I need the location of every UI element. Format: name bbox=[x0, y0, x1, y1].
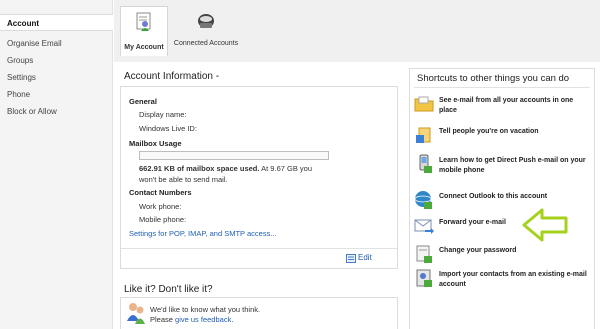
edit-icon bbox=[346, 254, 356, 263]
tab-my-account-label: My Account bbox=[124, 44, 164, 51]
feedback-suffix: . bbox=[231, 315, 234, 324]
work-phone-label: Work phone: bbox=[139, 202, 182, 211]
connected-accounts-icon bbox=[198, 14, 214, 28]
edit-label: Edit bbox=[358, 253, 372, 262]
mobile-phone-label: Mobile phone: bbox=[139, 215, 187, 224]
divider bbox=[121, 248, 397, 249]
mobile-phone-icon bbox=[419, 154, 432, 173]
shortcut-see-all-email[interactable]: See e-mail from all your accounts in one… bbox=[414, 93, 586, 119]
shortcut-connect-outlook-label: Connect Outlook to this account bbox=[439, 193, 548, 200]
shortcuts-panel: Shortcuts to other things you can do See… bbox=[409, 68, 595, 329]
sidebar-item-organise-email[interactable]: Organise Email bbox=[0, 35, 113, 52]
general-heading: General bbox=[129, 97, 157, 106]
account-information-title: Account Information - bbox=[124, 71, 220, 82]
shortcuts-divider bbox=[414, 87, 590, 88]
outlook-icon bbox=[414, 191, 432, 209]
shortcut-change-password[interactable]: Change your password bbox=[414, 243, 586, 269]
mailbox-usage-text: 662.91 KB of mailbox space used. At 9.67… bbox=[139, 163, 329, 185]
display-name-label: Display name: bbox=[139, 110, 187, 119]
shortcut-see-all-email-label: See e-mail from all your accounts in one… bbox=[439, 97, 574, 114]
account-information-panel: General Display name: Windows Live ID: M… bbox=[120, 86, 398, 269]
folder-icon bbox=[414, 96, 434, 112]
sidebar-item-block-or-allow[interactable]: Block or Allow bbox=[0, 103, 113, 120]
shortcut-change-password-label: Change your password bbox=[439, 247, 517, 254]
mailbox-usage-amount: 662.91 KB of mailbox space used. bbox=[139, 164, 260, 173]
feedback-panel: We'd like to know what you think. Please… bbox=[120, 297, 398, 329]
tab-connected-accounts[interactable]: Connected Accounts bbox=[168, 6, 244, 52]
feedback-line-2: Please give us feedback. bbox=[150, 314, 233, 325]
sidebar-item-account[interactable]: Account bbox=[0, 14, 113, 31]
sidebar-item-phone[interactable]: Phone bbox=[0, 86, 113, 103]
shortcut-vacation[interactable]: Tell people you're on vacation bbox=[414, 124, 586, 150]
mailbox-usage-heading: Mailbox Usage bbox=[129, 139, 182, 148]
feedback-title: Like it? Don't like it? bbox=[124, 284, 213, 295]
shortcut-direct-push[interactable]: Learn how to get Direct Push e-mail on y… bbox=[414, 153, 586, 179]
feedback-prefix: Please bbox=[150, 315, 176, 324]
pop-imap-smtp-settings-link[interactable]: Settings for POP, IMAP, and SMTP access.… bbox=[129, 228, 277, 239]
windows-live-id-label: Windows Live ID: bbox=[139, 124, 197, 133]
account-tabs-bar: My Account Connected Accounts bbox=[114, 0, 600, 62]
sidebar-item-groups[interactable]: Groups bbox=[0, 52, 113, 69]
tab-connected-accounts-label: Connected Accounts bbox=[173, 40, 239, 47]
shortcut-import-contacts-label: Import your contacts from an existing e-… bbox=[439, 271, 587, 288]
import-contacts-icon bbox=[416, 269, 432, 287]
my-account-icon bbox=[136, 12, 151, 31]
password-icon bbox=[416, 245, 432, 263]
shortcut-import-contacts[interactable]: Import your contacts from an existing e-… bbox=[414, 267, 587, 293]
sidebar-item-settings[interactable]: Settings bbox=[0, 69, 113, 86]
contact-numbers-heading: Contact Numbers bbox=[129, 188, 192, 197]
shortcut-vacation-label: Tell people you're on vacation bbox=[439, 128, 539, 135]
vacation-icon bbox=[416, 127, 431, 143]
give-feedback-link[interactable]: give us feedback bbox=[175, 315, 231, 324]
mailbox-usage-bar bbox=[139, 151, 329, 160]
shortcuts-title: Shortcuts to other things you can do bbox=[417, 73, 570, 84]
people-icon bbox=[127, 303, 145, 324]
tab-my-account[interactable]: My Account bbox=[120, 6, 168, 56]
forward-mail-icon bbox=[414, 219, 434, 234]
sidebar: Account Organise Email Groups Settings P… bbox=[0, 0, 113, 329]
shortcut-direct-push-label: Learn how to get Direct Push e-mail on y… bbox=[439, 157, 586, 174]
highlight-arrow-icon bbox=[522, 208, 568, 242]
